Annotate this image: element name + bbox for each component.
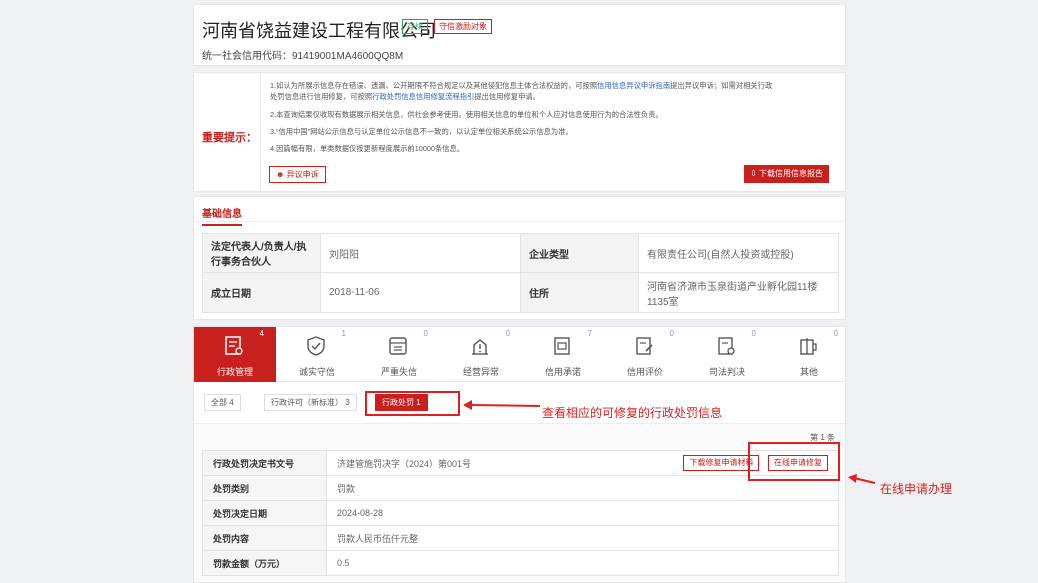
status-badge: 存续 (402, 19, 428, 34)
subtab-admin-permit[interactable]: 行政许可（新标准） 3 (264, 394, 357, 411)
value-cell: 2024-08-28 (326, 500, 839, 526)
company-name: 河南省饶益建设工程有限公司 (202, 21, 436, 41)
table-row: 处罚内容 罚款人民币伍仟元整 (202, 525, 839, 551)
tab-other[interactable]: 0 其他 (768, 327, 850, 382)
table-row: 罚款金额（万元） 0.5 (202, 550, 839, 576)
shield-check-icon (307, 336, 325, 356)
label-cell: 法定代表人/负责人/执行事务合伙人 (202, 233, 321, 273)
tab-honest[interactable]: 1 诚实守信 (276, 327, 358, 382)
warning-box-icon (389, 337, 407, 355)
label-cell: 行政处罚决定书文号 (202, 450, 327, 476)
download-report-button[interactable]: ⇩ 下载信用信息报告 (744, 165, 829, 183)
tab-label: 诚实守信 (298, 367, 335, 377)
tab-abnormal-operation[interactable]: 0 经营异常 (440, 327, 522, 382)
promise-doc-icon (554, 337, 570, 355)
tab-label: 严重失信 (380, 367, 417, 377)
tab-count: 0 (833, 329, 838, 338)
notice-line-1: 1.如认为所展示信息存在错误、遗漏、公开期限不符合规定以及其他侵犯信息主体合法权… (270, 81, 773, 90)
tab-serious-dishonest[interactable]: 0 严重失信 (358, 327, 440, 382)
basic-info-panel: 基础信息 法定代表人/负责人/执行事务合伙人 刘阳阳 企业类型 有限责任公司(自… (193, 196, 846, 320)
tab-label: 其他 (799, 367, 818, 377)
label-cell: 处罚决定日期 (202, 500, 327, 526)
repair-guide-link[interactable]: 行政处罚信息信用修复流程指引 (372, 92, 474, 101)
value-cell: 罚款人民币伍仟元整 (326, 525, 839, 551)
notice-divider (260, 73, 261, 191)
tab-credit-rating[interactable]: 0 信用评价 (604, 327, 686, 382)
notice-line-2: 处罚信息进行信用修复，可按照行政处罚信息信用修复流程指引提出信用修复申请。 (270, 92, 540, 101)
table-row: 行政处罚决定书文号 济建管施罚决字（2024）第001号 下载修复申请材料 在线… (202, 450, 839, 476)
label-cell: 企业类型 (520, 233, 639, 273)
judgment-doc-icon (718, 337, 735, 355)
tab-count: 0 (751, 329, 756, 338)
notice-line-4: 3.“信用中国”网站公示信息与认定单位公示信息不一致的，以认定单位相关系统公示信… (270, 127, 573, 136)
section-divider (194, 221, 845, 222)
value-cell: 河南省济源市玉泉街道产业孵化园11楼1135室 (638, 272, 839, 313)
credit-tag-badge: 守信激励对象 (434, 19, 492, 34)
table-row: 成立日期 2018-11-06 住所 河南省济源市玉泉街道产业孵化园11楼113… (202, 272, 839, 313)
tab-label: 经营异常 (462, 367, 499, 377)
tab-count: 0 (669, 329, 674, 338)
tab-count: 4 (259, 329, 264, 338)
tab-label: 司法判决 (708, 367, 745, 377)
notice-line-5: 4.因篇幅有限，单类数据仅按更新程度展示前10000条信息。 (270, 144, 465, 153)
annotation-arrow-left-icon (848, 474, 876, 484)
notice-line-3: 2.本查询结果仅收现有数据展示相关信息，供社会参考使用。使用相关信息的单位和个人… (270, 110, 663, 119)
value-cell: 0.5 (326, 550, 839, 576)
admin-doc-icon (225, 336, 243, 355)
highlight-box-online-repair (748, 442, 840, 481)
alert-house-icon (472, 339, 488, 355)
label-cell: 罚款金额（万元） (202, 550, 327, 576)
tab-judicial[interactable]: 0 司法判决 (686, 327, 768, 382)
decision-number: 济建管施罚决字（2024）第001号 (337, 458, 472, 469)
user-icon: ☻ (276, 170, 285, 179)
credit-code: 统一社会信用代码：91419001MA4600QQ8M (202, 51, 404, 62)
dispute-guide-link[interactable]: 信用信息异议申诉指南 (597, 81, 670, 90)
download-icon: ⇩ (750, 169, 757, 178)
credit-records-panel: 4 行政管理 1 诚实守信 0 严重失信 0 经营异常 7 信用承诺 0 信用评… (193, 326, 847, 583)
annotation-penalty-note: 查看相应的可修复的行政处罚信息 (542, 406, 723, 420)
annotation-online-note: 在线申请办理 (880, 482, 953, 496)
subtab-all[interactable]: 全部 4 (204, 394, 241, 411)
table-row: 法定代表人/负责人/执行事务合伙人 刘阳阳 企业类型 有限责任公司(自然人投资或… (202, 233, 839, 273)
tab-label: 信用评价 (626, 367, 663, 377)
notice-label: 重要提示： (202, 132, 257, 144)
tab-count: 0 (505, 329, 510, 338)
label-cell: 成立日期 (202, 272, 321, 313)
value-cell: 刘阳阳 (320, 233, 521, 273)
tab-count: 0 (423, 329, 428, 338)
penalty-table: 行政处罚决定书文号 济建管施罚决字（2024）第001号 下载修复申请材料 在线… (202, 450, 839, 576)
tab-count: 1 (341, 329, 346, 338)
label-cell: 处罚类别 (202, 475, 327, 501)
table-row: 处罚类别 罚款 (202, 475, 839, 501)
label-cell: 住所 (520, 272, 639, 313)
highlight-box-penalty-tab (365, 391, 460, 416)
notice-panel: 重要提示： 1.如认为所展示信息存在错误、遗漏、公开期限不符合规定以及其他侵犯信… (193, 72, 846, 192)
table-row: 处罚决定日期 2024-08-28 (202, 500, 839, 526)
tab-count: 7 (587, 329, 592, 338)
tab-admin[interactable]: 4 行政管理 (194, 327, 276, 382)
rating-doc-icon (636, 337, 653, 355)
tab-credit-promise[interactable]: 7 信用承诺 (522, 327, 604, 382)
label-cell: 处罚内容 (202, 525, 327, 551)
company-header-panel: 河南省饶益建设工程有限公司 存续 守信激励对象 统一社会信用代码：9141900… (193, 4, 846, 66)
other-doc-icon (800, 338, 817, 355)
section-title: 基础信息 (202, 205, 242, 226)
category-tabbar: 4 行政管理 1 诚实守信 0 严重失信 0 经营异常 7 信用承诺 0 信用评… (194, 327, 847, 382)
annotation-arrow-left-icon (463, 400, 541, 410)
basic-info-table: 法定代表人/负责人/执行事务合伙人 刘阳阳 企业类型 有限责任公司(自然人投资或… (202, 233, 839, 313)
value-cell: 有限责任公司(自然人投资或控股) (638, 233, 839, 273)
value-cell: 2018-11-06 (320, 272, 521, 313)
dispute-button[interactable]: ☻ 异议申诉 (269, 166, 326, 183)
tab-label: 信用承诺 (544, 367, 581, 377)
tab-label: 行政管理 (216, 367, 253, 377)
